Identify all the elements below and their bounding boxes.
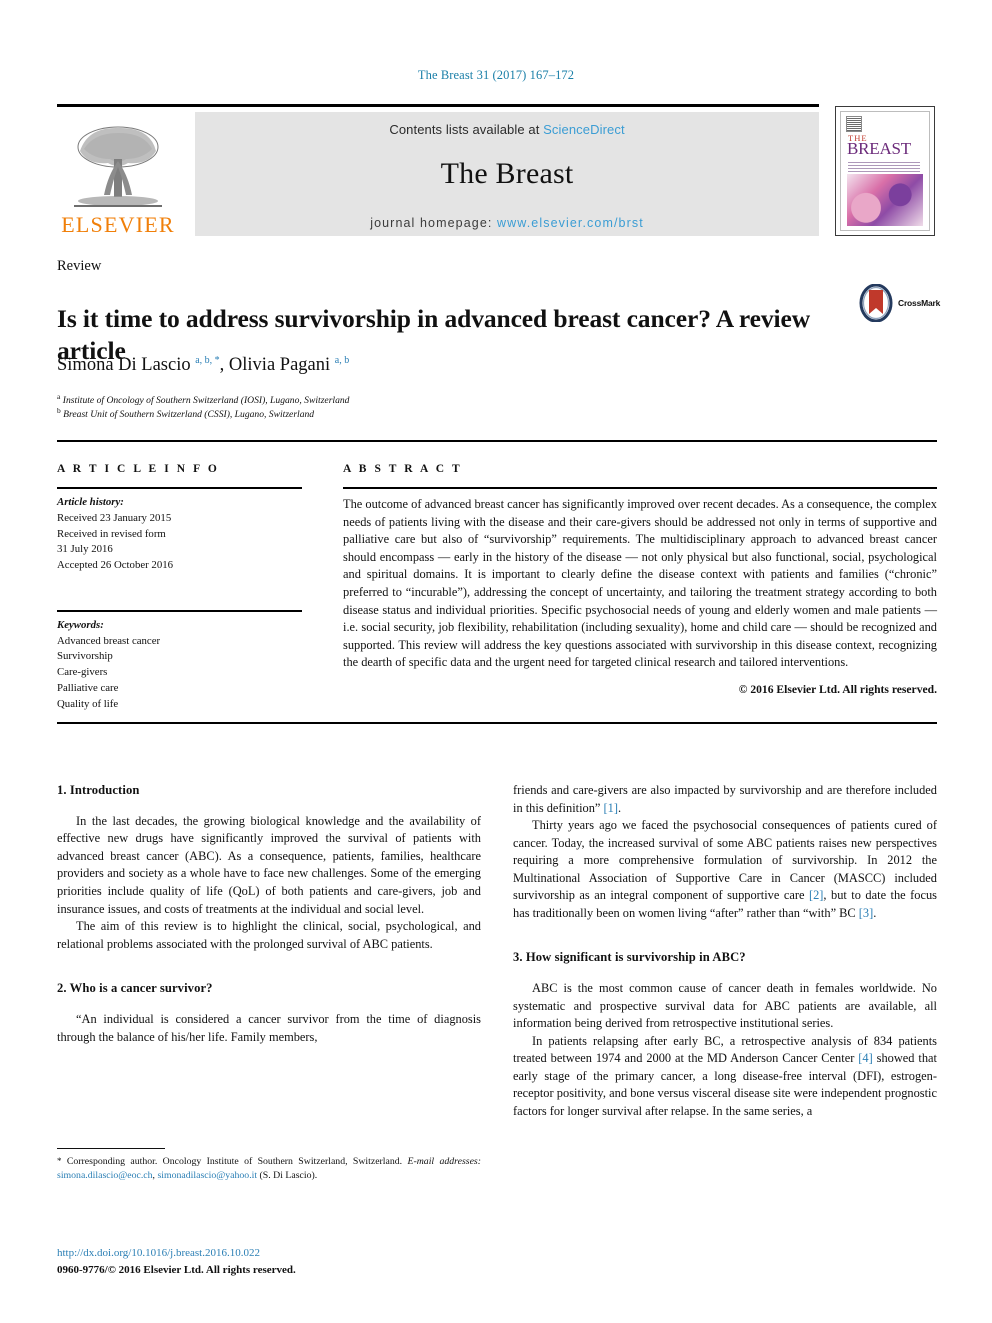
article-info-rule: [57, 487, 302, 489]
masthead-top-rule: [57, 104, 819, 107]
footnote-corresponding-text: Corresponding author. Oncology Institute…: [61, 1156, 403, 1167]
journal-homepage-link[interactable]: www.elsevier.com/brst: [497, 216, 644, 230]
cover-artwork: [847, 174, 923, 226]
history-line-1: Received in revised form: [57, 527, 166, 540]
article-info-column: A R T I C L E I N F O Article history: R…: [57, 463, 302, 712]
history-line-2: 31 July 2016: [57, 543, 113, 556]
doi-link[interactable]: http://dx.doi.org/10.1016/j.breast.2016.…: [57, 1245, 497, 1262]
history-line-3: Accepted 26 October 2016: [57, 559, 174, 571]
journal-title: The Breast: [440, 157, 574, 190]
paragraph-survivor-def-cont: friends and care-givers are also impacte…: [513, 782, 937, 817]
author-list: Simona Di Lascio a, b, *, Olivia Pagani …: [57, 355, 350, 376]
crossmark-label: CrossMark: [898, 298, 941, 308]
keyword-2: Care-givers: [57, 666, 108, 678]
section-heading-how-significant: 3. How significant is survivorship in AB…: [513, 950, 746, 965]
body-column-left: 1. Introduction In the last decades, the…: [57, 782, 481, 1046]
affiliation-a-text: Institute of Oncology of Southern Switze…: [62, 395, 350, 407]
journal-cover-inner: THE BREAST: [840, 111, 930, 231]
keyword-1: Survivorship: [57, 650, 113, 663]
history-line-0: Received 23 January 2015: [57, 511, 172, 524]
footnote-rule: [57, 1148, 165, 1149]
crossmark-badge[interactable]: CrossMark: [858, 282, 944, 324]
body-column-right: friends and care-givers are also impacte…: [513, 782, 937, 1121]
contents-box: Contents lists available at ScienceDirec…: [195, 112, 819, 236]
paragraph-intro-2: The aim of this review is to highlight t…: [57, 919, 481, 951]
thirty-years-period: .: [873, 905, 877, 920]
issn-copyright-line: 0960-9776/© 2016 Elsevier Ltd. All right…: [57, 1263, 296, 1276]
journal-homepage-line: journal homepage: www.elsevier.com/brst: [195, 216, 819, 230]
abstract-rule: [343, 487, 937, 489]
cover-journal-title: BREAST: [847, 139, 911, 158]
keywords-rule: [57, 609, 302, 612]
reference-link-3[interactable]: [3]: [859, 906, 873, 920]
journal-cover-thumbnail: THE BREAST: [835, 106, 935, 236]
paragraph-abc-common-cause: ABC is the most common cause of cancer d…: [513, 981, 937, 1031]
homepage-prefix: journal homepage:: [370, 216, 498, 230]
sciencedirect-link[interactable]: ScienceDirect: [543, 122, 625, 137]
abstract-heading: A B S T R A C T: [343, 463, 463, 475]
elsevier-wordmark: ELSEVIER: [61, 212, 175, 237]
running-head: The Breast 31 (2017) 167–172: [417, 68, 575, 82]
keywords-block: Keywords: Advanced breast cancer Survivo…: [57, 618, 302, 713]
footnote-email-label: E-mail addresses:: [407, 1156, 482, 1167]
corresponding-author-footnote: * Corresponding author. Oncology Institu…: [57, 1148, 481, 1183]
survivor-def-text: friends and care-givers are also impacte…: [513, 783, 937, 815]
cover-publisher-logo-icon: [846, 116, 862, 132]
reference-link-2[interactable]: [2]: [809, 888, 823, 902]
article-page: The Breast 31 (2017) 167–172 ELSEVIER Co…: [0, 0, 992, 1323]
keywords-label: Keywords:: [57, 618, 104, 631]
email-link-secondary[interactable]: simonadilascio@yahoo.it: [157, 1170, 257, 1181]
keyword-3: Palliative care: [57, 681, 119, 694]
contents-prefix: Contents lists available at: [389, 122, 544, 137]
head-divider: [57, 440, 937, 442]
elsevier-logo: ELSEVIER: [59, 112, 177, 236]
email-link-primary[interactable]: simona.dilascio@eoc.ch: [57, 1170, 153, 1181]
article-history-block: Article history: Received 23 January 201…: [57, 495, 302, 574]
affiliation-b: b Breast Unit of Southern Switzerland (C…: [57, 406, 315, 421]
section-heading-who-is-survivor: 2. Who is a cancer survivor?: [57, 981, 213, 996]
journal-masthead: ELSEVIER Contents lists available at Sci…: [57, 104, 937, 236]
abstract-bottom-divider: [57, 722, 937, 724]
affiliation-b-text: Breast Unit of Southern Switzerland (CSS…: [63, 409, 315, 421]
abstract-text: The outcome of advanced breast cancer ha…: [343, 497, 937, 670]
footnote-text: * Corresponding author. Oncology Institu…: [57, 1155, 481, 1183]
reference-link-4[interactable]: [4]: [858, 1051, 872, 1065]
keyword-0: Advanced breast cancer: [57, 634, 161, 647]
contents-available-line: Contents lists available at ScienceDirec…: [195, 112, 819, 137]
paragraph-intro-1: In the last decades, the growing biologi…: [57, 813, 481, 916]
reference-link-1[interactable]: [1]: [604, 801, 618, 815]
cover-subtitle-lines: [848, 160, 920, 172]
article-info-heading: A R T I C L E I N F O: [57, 463, 220, 475]
elsevier-tree-icon: [74, 126, 162, 207]
paragraph-thirty-years: Thirty years ago we faced the psychosoci…: [513, 817, 937, 922]
abstract-copyright: © 2016 Elsevier Ltd. All rights reserved…: [738, 683, 937, 697]
article-history-label: Article history:: [57, 496, 124, 508]
paragraph-relapsing: In patients relapsing after early BC, a …: [513, 1033, 937, 1121]
article-type-label: Review: [57, 258, 102, 274]
section-heading-introduction: 1. Introduction: [57, 783, 140, 797]
paragraph-survivor-def: “An individual is considered a cancer su…: [57, 1012, 481, 1044]
crossmark-icon: [859, 284, 893, 322]
abstract-column: A B S T R A C T The outcome of advanced …: [343, 463, 937, 696]
keyword-4: Quality of life: [57, 697, 119, 710]
survivor-def-period: .: [617, 800, 622, 815]
email-attribution: (S. Di Lascio).: [257, 1170, 318, 1182]
doi-block: http://dx.doi.org/10.1016/j.breast.2016.…: [57, 1245, 497, 1278]
